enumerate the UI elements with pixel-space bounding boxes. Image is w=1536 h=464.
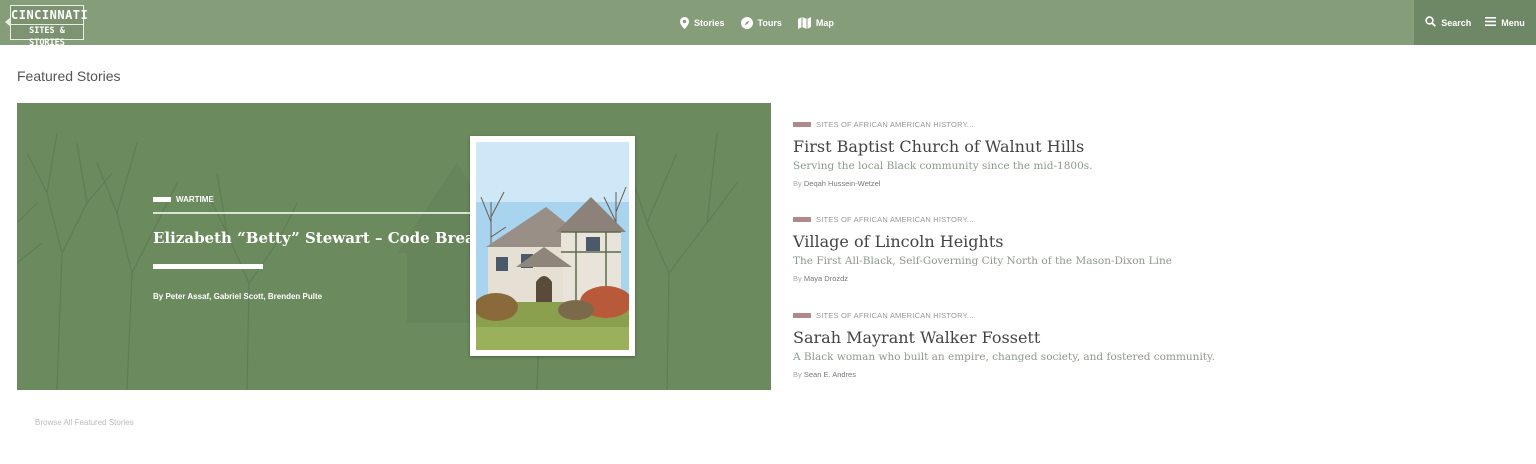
nav-tours-label: Tours	[757, 17, 782, 28]
story-by-prefix: By	[793, 274, 802, 283]
story-title[interactable]: Village of Lincoln Heights	[793, 232, 1313, 251]
utility-nav: Search Menu	[1414, 0, 1536, 45]
logo-line-1: CINCINNATI	[11, 8, 89, 22]
story-by-prefix: By	[793, 179, 802, 188]
featured-byline: By Peter Assaf, Gabriel Scott, Brenden P…	[153, 292, 323, 301]
hamburger-icon	[1485, 17, 1497, 28]
story-byline: By Sean E. Andres	[793, 370, 1313, 379]
story-title[interactable]: Sarah Mayrant Walker Fossett	[793, 328, 1313, 347]
site-header: CINCINNATI SITES & STORIES Stories Tours…	[0, 0, 1536, 48]
story-title[interactable]: First Baptist Church of Walnut Hills	[793, 137, 1313, 156]
story-byline: By Deqah Hussein-Wetzel	[793, 179, 1313, 188]
menu-button[interactable]: Menu	[1485, 17, 1525, 28]
search-label: Search	[1441, 17, 1472, 28]
category-bar	[153, 197, 171, 202]
story-category[interactable]: SITES OF AFRICAN AMERICAN HISTORY...	[793, 120, 1313, 129]
story-item[interactable]: SITES OF AFRICAN AMERICAN HISTORY... Vil…	[793, 215, 1313, 283]
story-description: A Black woman who built an empire, chang…	[793, 351, 1215, 363]
featured-photo[interactable]	[470, 136, 635, 356]
nav-map[interactable]: Map	[797, 16, 834, 29]
site-logo[interactable]: CINCINNATI SITES & STORIES	[10, 5, 89, 48]
story-by-prefix: By	[793, 370, 802, 379]
story-category-label: SITES OF AFRICAN AMERICAN HISTORY...	[816, 215, 974, 224]
logo-line-2: SITES & STORIES	[11, 24, 83, 49]
folded-map-icon	[797, 16, 811, 29]
story-category-label: SITES OF AFRICAN AMERICAN HISTORY...	[816, 311, 974, 320]
main-nav: Stories Tours Map	[680, 0, 834, 45]
compass-icon	[740, 16, 753, 29]
nav-stories-label: Stories	[694, 17, 725, 28]
category-bar	[793, 122, 811, 127]
nav-map-label: Map	[815, 17, 834, 28]
story-description: The First All-Black, Self-Governing City…	[793, 255, 1172, 267]
featured-category[interactable]: WARTIME	[176, 195, 214, 204]
house-photo-image	[476, 142, 629, 350]
story-byline: By Maya Drozdz	[793, 274, 1313, 283]
featured-story-content: WARTIME Elizabeth “Betty” Stewart – Code…	[153, 103, 503, 390]
section-title: Featured Stories	[17, 68, 121, 84]
title-rule	[153, 264, 263, 269]
map-pin-icon	[680, 16, 689, 29]
story-category-label: SITES OF AFRICAN AMERICAN HISTORY...	[816, 120, 974, 129]
story-item[interactable]: SITES OF AFRICAN AMERICAN HISTORY... Sar…	[793, 311, 1313, 379]
story-category[interactable]: SITES OF AFRICAN AMERICAN HISTORY...	[793, 215, 1313, 224]
story-category[interactable]: SITES OF AFRICAN AMERICAN HISTORY...	[793, 311, 1313, 320]
search-button[interactable]: Search	[1425, 16, 1471, 29]
featured-story-card[interactable]: WARTIME Elizabeth “Betty” Stewart – Code…	[17, 103, 771, 390]
browse-all-link[interactable]: Browse All Featured Stories	[35, 418, 134, 427]
category-divider	[153, 212, 473, 214]
story-author: Deqah Hussein-Wetzel	[803, 179, 881, 188]
story-item[interactable]: SITES OF AFRICAN AMERICAN HISTORY... Fir…	[793, 120, 1313, 188]
story-description: Serving the local Black community since …	[793, 160, 1093, 172]
story-author: Maya Drozdz	[803, 274, 849, 283]
nav-stories[interactable]: Stories	[680, 16, 725, 29]
category-bar	[793, 313, 811, 318]
search-icon	[1425, 16, 1437, 29]
featured-title[interactable]: Elizabeth “Betty” Stewart – Code Breaker	[153, 229, 503, 247]
nav-tours[interactable]: Tours	[740, 16, 782, 29]
story-author: Sean E. Andres	[803, 370, 856, 379]
category-bar	[793, 217, 811, 222]
menu-label: Menu	[1501, 17, 1525, 28]
